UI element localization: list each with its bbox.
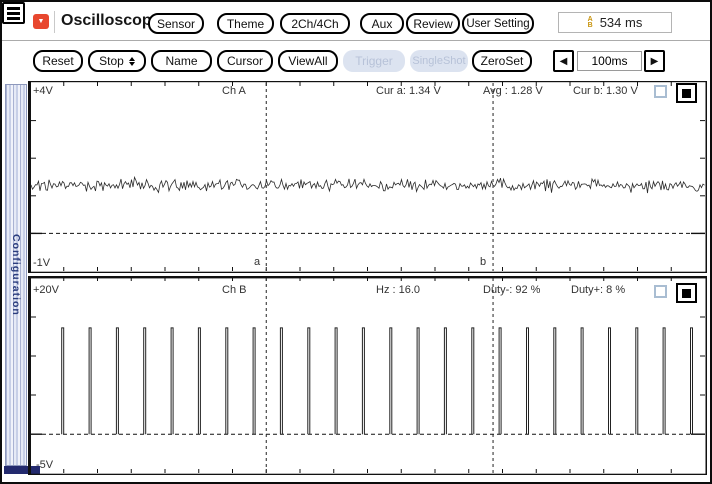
left-arrow-icon: ◀ (560, 56, 568, 67)
channel-b-bottom-scale: -5V (36, 459, 53, 471)
toolbar-divider (2, 40, 710, 41)
review-button[interactable]: Review (406, 13, 460, 34)
channel-a-name: Ch A (222, 85, 246, 97)
name-button[interactable]: Name (151, 50, 212, 72)
title-separator (54, 11, 55, 33)
channel-b-frequency-readout: Hz : 16.0 (376, 284, 420, 296)
timebase-decrease-button[interactable]: ◀ (553, 50, 574, 72)
user-setting-button[interactable]: User Setting (462, 13, 534, 34)
zero-set-button[interactable]: ZeroSet (472, 50, 532, 72)
channel-b-duty-neg-readout: Duty-: 92 % (483, 284, 540, 296)
theme-button[interactable]: Theme (217, 13, 274, 34)
oscilloscope-window: ▼ Oscilloscope Sensor Theme 2Ch/4Ch Aux … (0, 0, 712, 484)
sensor-button[interactable]: Sensor (148, 13, 204, 34)
elapsed-time-value: 534 ms (600, 15, 643, 30)
channel-a-top-scale: +4V (33, 85, 53, 97)
filled-square-icon (682, 89, 691, 98)
channel-mode-button[interactable]: 2Ch/4Ch (280, 13, 350, 34)
sidebar-tab-configuration[interactable]: Configuration (5, 84, 27, 466)
aux-button[interactable]: Aux (360, 13, 404, 34)
channel-b-visibility-checkbox[interactable] (654, 285, 667, 298)
channel-b-display-button[interactable] (676, 283, 697, 303)
channel-a-bottom-scale: -1V (33, 257, 50, 269)
timebase-display: 100ms (577, 51, 642, 71)
single-shot-button-disabled: SingleShot (410, 50, 468, 72)
cursor-b-label: b (480, 256, 486, 268)
hamburger-menu-button[interactable] (2, 2, 25, 24)
ab-measure-icon: AB (588, 17, 593, 29)
app-title: Oscilloscope (61, 12, 161, 30)
channel-a-cursor-b-readout: Cur b: 1.30 V (573, 85, 638, 97)
timebase-increase-button[interactable]: ▶ (644, 50, 665, 72)
channel-b-plot[interactable] (28, 276, 707, 475)
channel-b-top-scale: +20V (33, 284, 59, 296)
channel-a-visibility-checkbox[interactable] (654, 85, 667, 98)
stop-dropdown-button[interactable]: Stop (88, 50, 146, 72)
elapsed-time-display: AB 534 ms (558, 12, 672, 33)
dropdown-arrow-icon: ▼ (38, 18, 45, 25)
channel-b-name: Ch B (222, 284, 246, 296)
stop-label: Stop (99, 54, 124, 68)
trigger-button-disabled: Trigger (343, 50, 405, 72)
channel-a-avg-readout: Avg : 1.28 V (483, 85, 543, 97)
cursor-button[interactable]: Cursor (217, 50, 273, 72)
updown-spinner-icon (129, 57, 135, 66)
app-menu-button[interactable]: ▼ (33, 14, 49, 29)
channel-b-duty-pos-readout: Duty+: 8 % (571, 284, 625, 296)
configuration-tab-label: Configuration (10, 234, 22, 316)
channel-a-display-button[interactable] (676, 83, 697, 103)
filled-square-icon (682, 289, 691, 298)
channel-a-plot[interactable] (28, 81, 707, 273)
view-all-button[interactable]: ViewAll (278, 50, 338, 72)
cursor-a-label: a (254, 256, 260, 268)
reset-button[interactable]: Reset (33, 50, 83, 72)
right-arrow-icon: ▶ (651, 56, 659, 67)
channel-a-cursor-a-readout: Cur a: 1.34 V (376, 85, 441, 97)
